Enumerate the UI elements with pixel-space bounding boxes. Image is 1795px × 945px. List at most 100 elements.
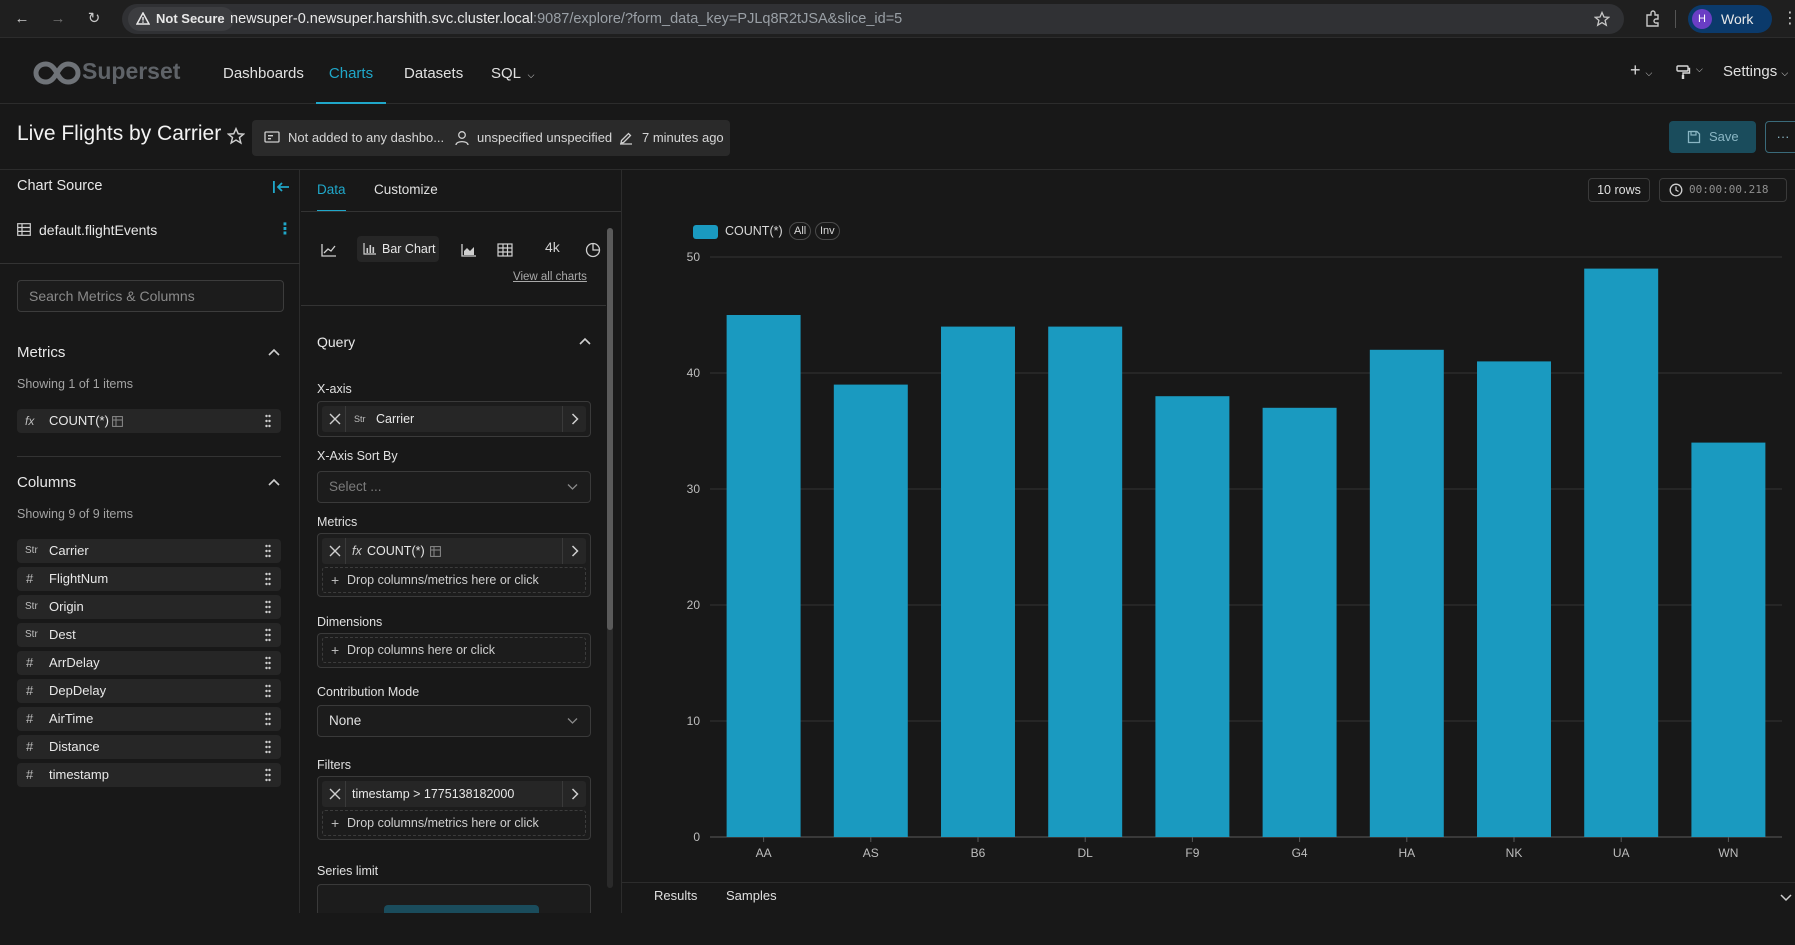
- filter-chip[interactable]: timestamp > 1775138182000: [322, 781, 586, 807]
- modified-time[interactable]: 7 minutes ago: [642, 120, 724, 156]
- browser-menu-icon[interactable]: ⋮: [1782, 8, 1795, 28]
- drag-handle-icon[interactable]: [265, 740, 271, 754]
- back-icon[interactable]: ←: [12, 9, 32, 29]
- contribution-select[interactable]: None: [317, 705, 591, 737]
- column-item[interactable]: # ArrDelay: [17, 651, 281, 675]
- nav-datasets[interactable]: Datasets: [404, 38, 463, 104]
- drop-filters-zone[interactable]: + Drop columns/metrics here or click: [322, 810, 586, 836]
- chevron-up-icon[interactable]: [579, 337, 591, 345]
- bookmark-star-icon[interactable]: [1594, 11, 1610, 27]
- bar-dl[interactable]: [1048, 326, 1123, 837]
- extensions-icon[interactable]: [1644, 10, 1662, 28]
- chip-arrow[interactable]: [562, 538, 586, 564]
- column-item[interactable]: # AirTime: [17, 707, 281, 731]
- viz-type-bar-chart[interactable]: Bar Chart: [357, 236, 439, 262]
- drop-metrics-zone[interactable]: + Drop columns/metrics here or click: [322, 567, 586, 593]
- column-item[interactable]: Str Dest: [17, 623, 281, 647]
- drag-handle-icon[interactable]: [265, 572, 271, 586]
- remove-icon[interactable]: [328, 412, 342, 426]
- drag-handle-icon[interactable]: [265, 656, 271, 670]
- address-bar[interactable]: Not Secure newsuper-0.newsuper.harshith.…: [122, 4, 1624, 34]
- dimensions-control[interactable]: + Drop columns here or click: [317, 633, 591, 668]
- column-item[interactable]: # FlightNum: [17, 567, 281, 591]
- metric-item[interactable]: fx COUNT(*): [17, 409, 281, 433]
- chevron-down-icon[interactable]: [1780, 894, 1792, 902]
- drag-handle-icon[interactable]: [265, 544, 271, 558]
- settings-menu[interactable]: Settings ⌵: [1723, 63, 1788, 80]
- xaxis-sort-select[interactable]: Select ...: [317, 471, 591, 503]
- forward-icon[interactable]: →: [48, 9, 68, 29]
- query-section-title[interactable]: Query: [317, 334, 355, 350]
- remove-icon[interactable]: [328, 787, 342, 801]
- view-all-charts-link[interactable]: View all charts: [513, 271, 587, 283]
- page-title[interactable]: Live Flights by Carrier: [17, 122, 221, 146]
- chevron-up-icon[interactable]: [268, 348, 280, 356]
- chevron-up-icon[interactable]: [268, 478, 280, 486]
- dataset-name[interactable]: default.flightEvents: [39, 222, 157, 238]
- legend-label[interactable]: COUNT(*): [725, 224, 783, 238]
- tab-data[interactable]: Data: [317, 170, 346, 212]
- save-button[interactable]: Save: [1669, 121, 1756, 153]
- remove-icon[interactable]: [328, 544, 342, 558]
- drag-handle-icon[interactable]: [265, 712, 271, 726]
- column-item[interactable]: Str Carrier: [17, 539, 281, 563]
- security-badge[interactable]: Not Secure: [128, 7, 234, 31]
- nav-charts[interactable]: Charts: [316, 38, 386, 104]
- collapse-panel-icon[interactable]: [272, 179, 290, 195]
- drag-handle-icon[interactable]: [265, 628, 271, 642]
- bar-f9[interactable]: [1155, 396, 1230, 837]
- line-chart-icon[interactable]: [321, 243, 337, 257]
- bar-b6[interactable]: [941, 326, 1015, 837]
- chip-arrow[interactable]: [562, 781, 586, 807]
- theme-chevron-icon[interactable]: ⌵: [1696, 64, 1703, 75]
- metric-chip[interactable]: fx COUNT(*): [322, 538, 586, 564]
- theme-brush-icon[interactable]: [1675, 64, 1691, 80]
- plus-icon[interactable]: + ⌵: [1630, 60, 1652, 81]
- bar-ha[interactable]: [1369, 349, 1444, 837]
- metrics-control[interactable]: fx COUNT(*) + Drop columns/metrics here o…: [317, 533, 591, 597]
- dashboard-status[interactable]: Not added to any dashbo...: [288, 120, 444, 156]
- profile-button[interactable]: H Work: [1688, 5, 1772, 33]
- chart-owner[interactable]: unspecified unspecified: [477, 120, 612, 156]
- tab-customize[interactable]: Customize: [374, 170, 438, 212]
- column-item[interactable]: Str Origin: [17, 595, 281, 619]
- table-chart-icon[interactable]: [497, 243, 513, 257]
- legend-select-all[interactable]: All: [789, 222, 812, 240]
- reload-icon[interactable]: ↻: [84, 9, 104, 29]
- url-text[interactable]: newsuper-0.newsuper.harshith.svc.cluster…: [230, 4, 902, 34]
- area-chart-icon[interactable]: [461, 243, 477, 257]
- big-number-viz[interactable]: 4k: [545, 239, 560, 255]
- search-metrics-columns[interactable]: [17, 280, 284, 312]
- drop-columns-zone[interactable]: + Drop columns here or click: [322, 637, 586, 663]
- bar-aa[interactable]: [726, 315, 801, 837]
- column-item[interactable]: # timestamp: [17, 763, 281, 787]
- xaxis-control[interactable]: Str Carrier: [317, 401, 591, 437]
- more-actions-button[interactable]: ···: [1765, 121, 1795, 153]
- xaxis-chip[interactable]: Str Carrier: [322, 406, 586, 432]
- control-panel-scrollbar[interactable]: [607, 228, 613, 888]
- drag-handle-icon[interactable]: [265, 414, 271, 428]
- bar-nk[interactable]: [1477, 361, 1551, 837]
- bar-as[interactable]: [833, 384, 908, 837]
- scrollbar-thumb[interactable]: [607, 228, 613, 630]
- legend-invert[interactable]: Inv: [815, 222, 840, 240]
- nav-dashboards[interactable]: Dashboards: [223, 38, 304, 104]
- legend-swatch[interactable]: [693, 225, 718, 239]
- drag-handle-icon[interactable]: [265, 600, 271, 614]
- nav-sql[interactable]: SQL ⌵: [491, 38, 534, 104]
- pie-chart-icon[interactable]: [585, 242, 601, 258]
- bar-wn[interactable]: [1691, 442, 1766, 837]
- superset-logo[interactable]: Superset: [33, 58, 183, 86]
- column-item[interactable]: # DepDelay: [17, 679, 281, 703]
- chip-arrow[interactable]: [562, 406, 586, 432]
- run-query-button[interactable]: [384, 905, 539, 913]
- metrics-section-title[interactable]: Metrics: [17, 344, 65, 361]
- tab-samples[interactable]: Samples: [726, 888, 777, 903]
- dataset-menu-icon[interactable]: ⋮: [277, 219, 293, 239]
- tab-results[interactable]: Results: [654, 888, 697, 903]
- favorite-star-icon[interactable]: [227, 127, 245, 145]
- columns-section-title[interactable]: Columns: [17, 474, 76, 491]
- bar-ua[interactable]: [1584, 268, 1659, 838]
- search-input[interactable]: [18, 281, 283, 311]
- drag-handle-icon[interactable]: [265, 684, 271, 698]
